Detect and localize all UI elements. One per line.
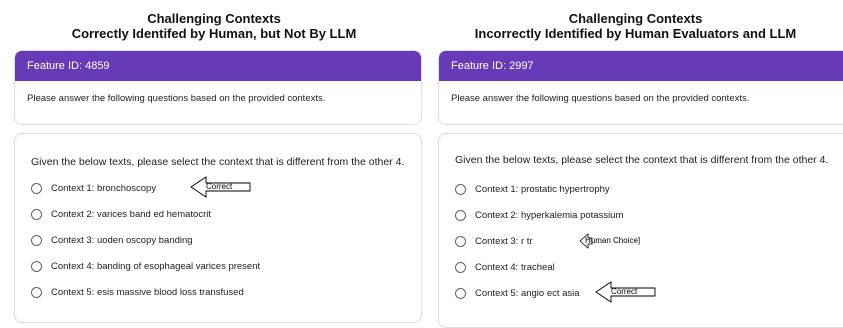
right-correct-annotation: Correct [595, 281, 665, 303]
right-option-5-label: Context 5: angio ect asia [475, 287, 580, 299]
right-heading-line1: Challenging Contexts [568, 11, 703, 26]
left-option-3[interactable]: Context 3: uoden oscopy banding [31, 232, 193, 248]
right-human-choice-label: Human Choice] [585, 236, 641, 245]
right-heading: Challenging Contexts Incorrectly Identif… [428, 11, 843, 41]
right-option-1[interactable]: Context 1: prostatic hypertrophy [455, 181, 610, 197]
right-header-card: Feature ID: 2997 Please answer the follo… [438, 50, 843, 125]
left-correct-annotation: Correct [190, 176, 260, 198]
left-option-4[interactable]: Context 4: banding of esophageal varices… [31, 258, 260, 274]
left-option-2[interactable]: Context 2: varices band ed hematocrit [31, 206, 211, 222]
right-question-card: Given the below texts, please select the… [438, 133, 843, 328]
left-option-5-label: Context 5: esis massive blood loss trans… [51, 286, 244, 298]
right-feature-id: Feature ID: 2997 [439, 51, 843, 81]
radio-icon[interactable] [31, 234, 42, 246]
radio-icon[interactable] [455, 235, 466, 247]
left-instructions: Please answer the following questions ba… [27, 93, 326, 104]
right-heading-line2: Incorrectly Identified by Human Evaluato… [474, 26, 797, 41]
left-correct-label: Correct [206, 182, 233, 191]
radio-icon[interactable] [31, 260, 42, 272]
radio-icon[interactable] [455, 261, 466, 273]
radio-icon[interactable] [455, 209, 466, 221]
right-instructions: Please answer the following questions ba… [451, 93, 750, 104]
right-option-2[interactable]: Context 2: hyperkalemia potassium [455, 207, 623, 223]
right-panel: Challenging Contexts Incorrectly Identif… [428, 0, 843, 328]
right-option-2-label: Context 2: hyperkalemia potassium [475, 209, 624, 221]
radio-icon[interactable] [455, 183, 466, 195]
right-question-text: Given the below texts, please select the… [455, 154, 829, 166]
left-option-1[interactable]: Context 1: bronchoscopy [31, 180, 156, 196]
right-option-4[interactable]: Context 4: tracheal [455, 259, 555, 275]
right-option-4-label: Context 4: tracheal [475, 261, 555, 273]
left-heading: Challenging Contexts Correctly Identifed… [0, 11, 428, 41]
left-option-2-label: Context 2: varices band ed hematocrit [51, 208, 212, 220]
right-correct-label: Correct [611, 287, 638, 296]
right-human-choice-annotation: Human Choice] [579, 232, 659, 250]
radio-icon[interactable] [31, 182, 42, 194]
radio-icon[interactable] [455, 287, 466, 299]
right-option-3[interactable]: Context 3: r tr [455, 233, 533, 249]
left-question-text: Given the below texts, please select the… [31, 156, 405, 168]
left-panel: Challenging Contexts Correctly Identifed… [0, 0, 428, 323]
left-option-3-label: Context 3: uoden oscopy banding [51, 234, 193, 246]
left-option-1-label: Context 1: bronchoscopy [51, 182, 157, 194]
right-option-5[interactable]: Context 5: angio ect asia [455, 285, 580, 301]
left-heading-line1: Challenging Contexts [147, 11, 281, 26]
radio-icon[interactable] [31, 286, 42, 298]
left-feature-id: Feature ID: 4859 [15, 51, 421, 81]
left-header-card: Feature ID: 4859 Please answer the follo… [14, 50, 422, 125]
right-option-1-label: Context 1: prostatic hypertrophy [475, 183, 610, 195]
left-question-card: Given the below texts, please select the… [14, 133, 422, 323]
left-option-5[interactable]: Context 5: esis massive blood loss trans… [31, 284, 244, 300]
left-heading-line2: Correctly Identifed by Human, but Not By… [71, 26, 357, 41]
left-option-4-label: Context 4: banding of esophageal varices… [51, 260, 261, 272]
radio-icon[interactable] [31, 208, 42, 220]
right-option-3-label: Context 3: r tr [475, 235, 533, 247]
